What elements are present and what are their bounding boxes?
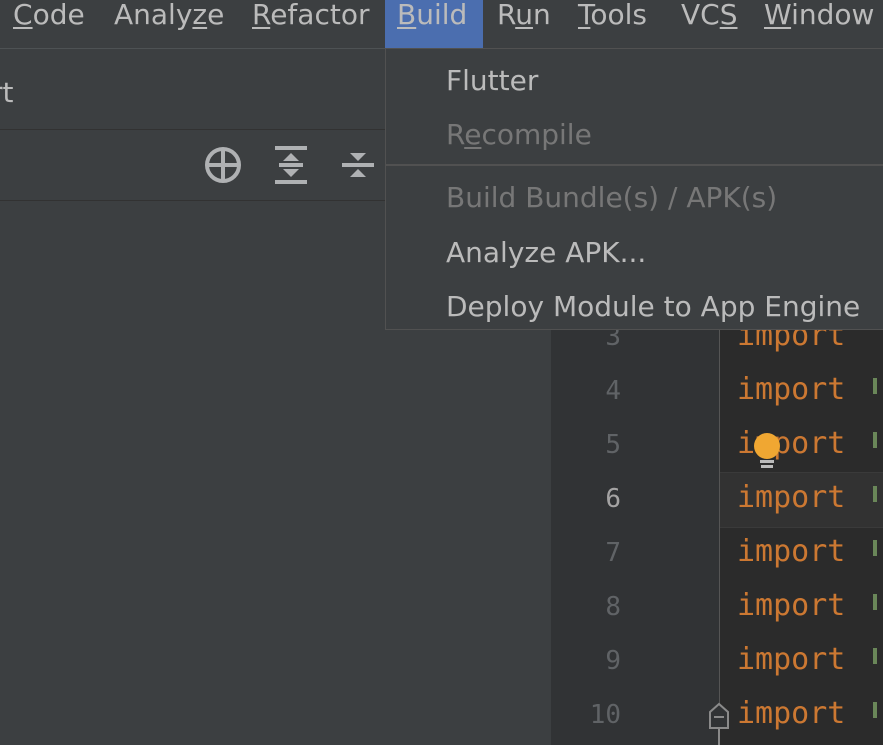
- menu-bar: Code Analyze Refactor Build Run Tools VC…: [0, 0, 883, 49]
- line-number: 10: [589, 700, 621, 730]
- menu-item-flutter[interactable]: Flutter: [446, 65, 538, 97]
- collapse-all-icon[interactable]: [341, 145, 375, 189]
- code-keyword: import: [737, 534, 846, 569]
- line-number: 9: [605, 646, 621, 676]
- expand-all-icon[interactable]: [274, 145, 308, 189]
- menu-item-recompile: Recompile: [446, 118, 592, 151]
- line-number-current: 6: [605, 484, 621, 514]
- menu-build[interactable]: Build: [385, 0, 483, 48]
- code-keyword: import: [737, 696, 846, 731]
- menu-vcs[interactable]: VCS: [681, 0, 738, 48]
- code-keyword: import: [737, 588, 846, 623]
- line-number: 8: [605, 592, 621, 622]
- code-keyword: import: [737, 372, 846, 407]
- build-menu-dropdown: Flutter Recompile Build Bundle(s) / APK(…: [385, 48, 883, 330]
- string-quote-mark: [873, 702, 877, 718]
- menu-tools[interactable]: Tools: [578, 0, 647, 48]
- string-quote-mark: [873, 486, 877, 502]
- menu-item-deploy-app-engine[interactable]: Deploy Module to App Engine: [446, 291, 860, 323]
- menu-item-build-bundle-apk: Build Bundle(s) / APK(s): [446, 181, 778, 214]
- string-quote-mark: [873, 594, 877, 610]
- project-toolbar: [0, 130, 386, 201]
- menu-window[interactable]: Window: [764, 0, 874, 48]
- line-number: 7: [605, 538, 621, 568]
- menu-analyze[interactable]: Analyze: [114, 0, 224, 48]
- menu-run[interactable]: Run: [497, 0, 551, 48]
- intention-bulb-icon[interactable]: [752, 432, 782, 476]
- fold-marker-icon[interactable]: [707, 700, 731, 745]
- gutter-divider: [719, 330, 720, 745]
- code-keyword: import: [737, 642, 846, 677]
- locate-icon[interactable]: [204, 146, 242, 188]
- project-panel-title: rt: [0, 76, 14, 109]
- line-number: 4: [605, 376, 621, 406]
- string-quote-mark: [873, 540, 877, 556]
- menu-item-analyze-apk[interactable]: Analyze APK...: [446, 237, 646, 269]
- menu-separator: [386, 164, 883, 166]
- menu-code[interactable]: Code: [13, 0, 85, 48]
- string-quote-mark: [873, 432, 877, 448]
- menu-refactor[interactable]: Refactor: [252, 0, 369, 48]
- string-quote-mark: [873, 648, 877, 664]
- ide-window: rt: [0, 0, 883, 745]
- code-keyword: import: [737, 480, 846, 515]
- project-panel-header: [0, 49, 386, 130]
- string-quote-mark: [873, 378, 877, 394]
- line-number: 5: [605, 430, 621, 460]
